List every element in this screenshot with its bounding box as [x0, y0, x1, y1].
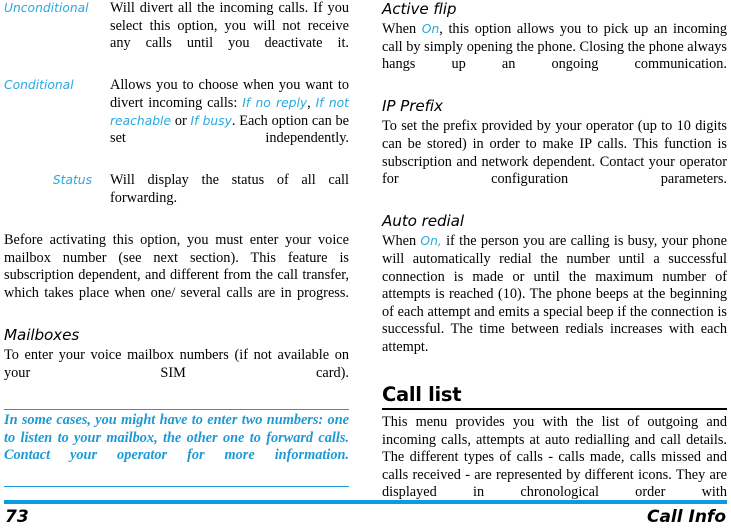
definition-row-unconditional: Unconditional Will divert all the incomi…: [4, 0, 349, 70]
note-callout: In some cases, you might have to enter t…: [4, 408, 349, 488]
definition-row-status: Status Will display the status of all ca…: [4, 172, 349, 225]
left-column: Unconditional Will divert all the incomi…: [4, 0, 349, 488]
paragraph-ip-prefix: To set the prefix provided by your opera…: [382, 118, 727, 188]
active-flip-text-part-1: When: [382, 21, 422, 37]
definition-term-conditional: Conditional: [4, 78, 74, 93]
page-footer: 73 Call Info: [0, 500, 731, 532]
conditional-separator-1: ,: [307, 94, 316, 111]
auto-redial-text-part-2: if the person you are calling is busy, y…: [382, 233, 727, 355]
subheading-ip-prefix: IP Prefix: [382, 97, 443, 116]
footer-section-title: Call Info: [646, 507, 726, 527]
subheading-auto-redial: Auto redial: [382, 212, 464, 231]
footer-rule: [4, 500, 727, 504]
section-heading-call-list: Call list: [382, 383, 462, 407]
section-rule-call-list: [382, 408, 727, 411]
note-rule-bottom: [4, 486, 349, 488]
paragraph-before-activating: Before activating this option, you must …: [4, 232, 349, 301]
definition-term-status: Status: [52, 173, 92, 188]
menu-option-if-busy: If busy: [190, 113, 232, 128]
menu-option-on-active-flip: On: [421, 22, 440, 36]
page-number: 73: [5, 507, 29, 527]
note-callout-text: In some cases, you might have to enter t…: [4, 411, 349, 464]
auto-redial-text-part-1: When: [382, 233, 421, 250]
definition-description-unconditional: Will divert all the incoming calls. If y…: [110, 0, 349, 52]
menu-option-if-no-reply: If no reply: [242, 95, 308, 110]
definition-description-status: Will display the status of all call forw…: [110, 172, 349, 206]
subheading-active-flip: Active flip: [382, 0, 457, 18]
definition-description-conditional: Allows you to choose when you want to di…: [110, 77, 349, 165]
definition-row-conditional: Conditional Allows you to choose when yo…: [4, 77, 349, 165]
paragraph-active-flip: When On, this option allows you to pick …: [382, 21, 727, 91]
call-forwarding-definition-list: Unconditional Will divert all the incomi…: [4, 0, 349, 225]
menu-option-on-auto-redial: On,: [420, 234, 442, 249]
paragraph-auto-redial: When On, if the person you are calling i…: [382, 233, 727, 374]
definition-term-unconditional: Unconditional: [4, 1, 89, 15]
subheading-mailboxes: Mailboxes: [4, 326, 80, 345]
note-rule-top: [4, 408, 349, 410]
right-column: Active flip When On, this option allows …: [382, 0, 727, 520]
paragraph-mailboxes: To enter your voice mailbox numbers (if …: [4, 347, 349, 381]
conditional-separator-2: or: [171, 112, 191, 129]
document-page: Unconditional Will divert all the incomi…: [0, 0, 731, 532]
